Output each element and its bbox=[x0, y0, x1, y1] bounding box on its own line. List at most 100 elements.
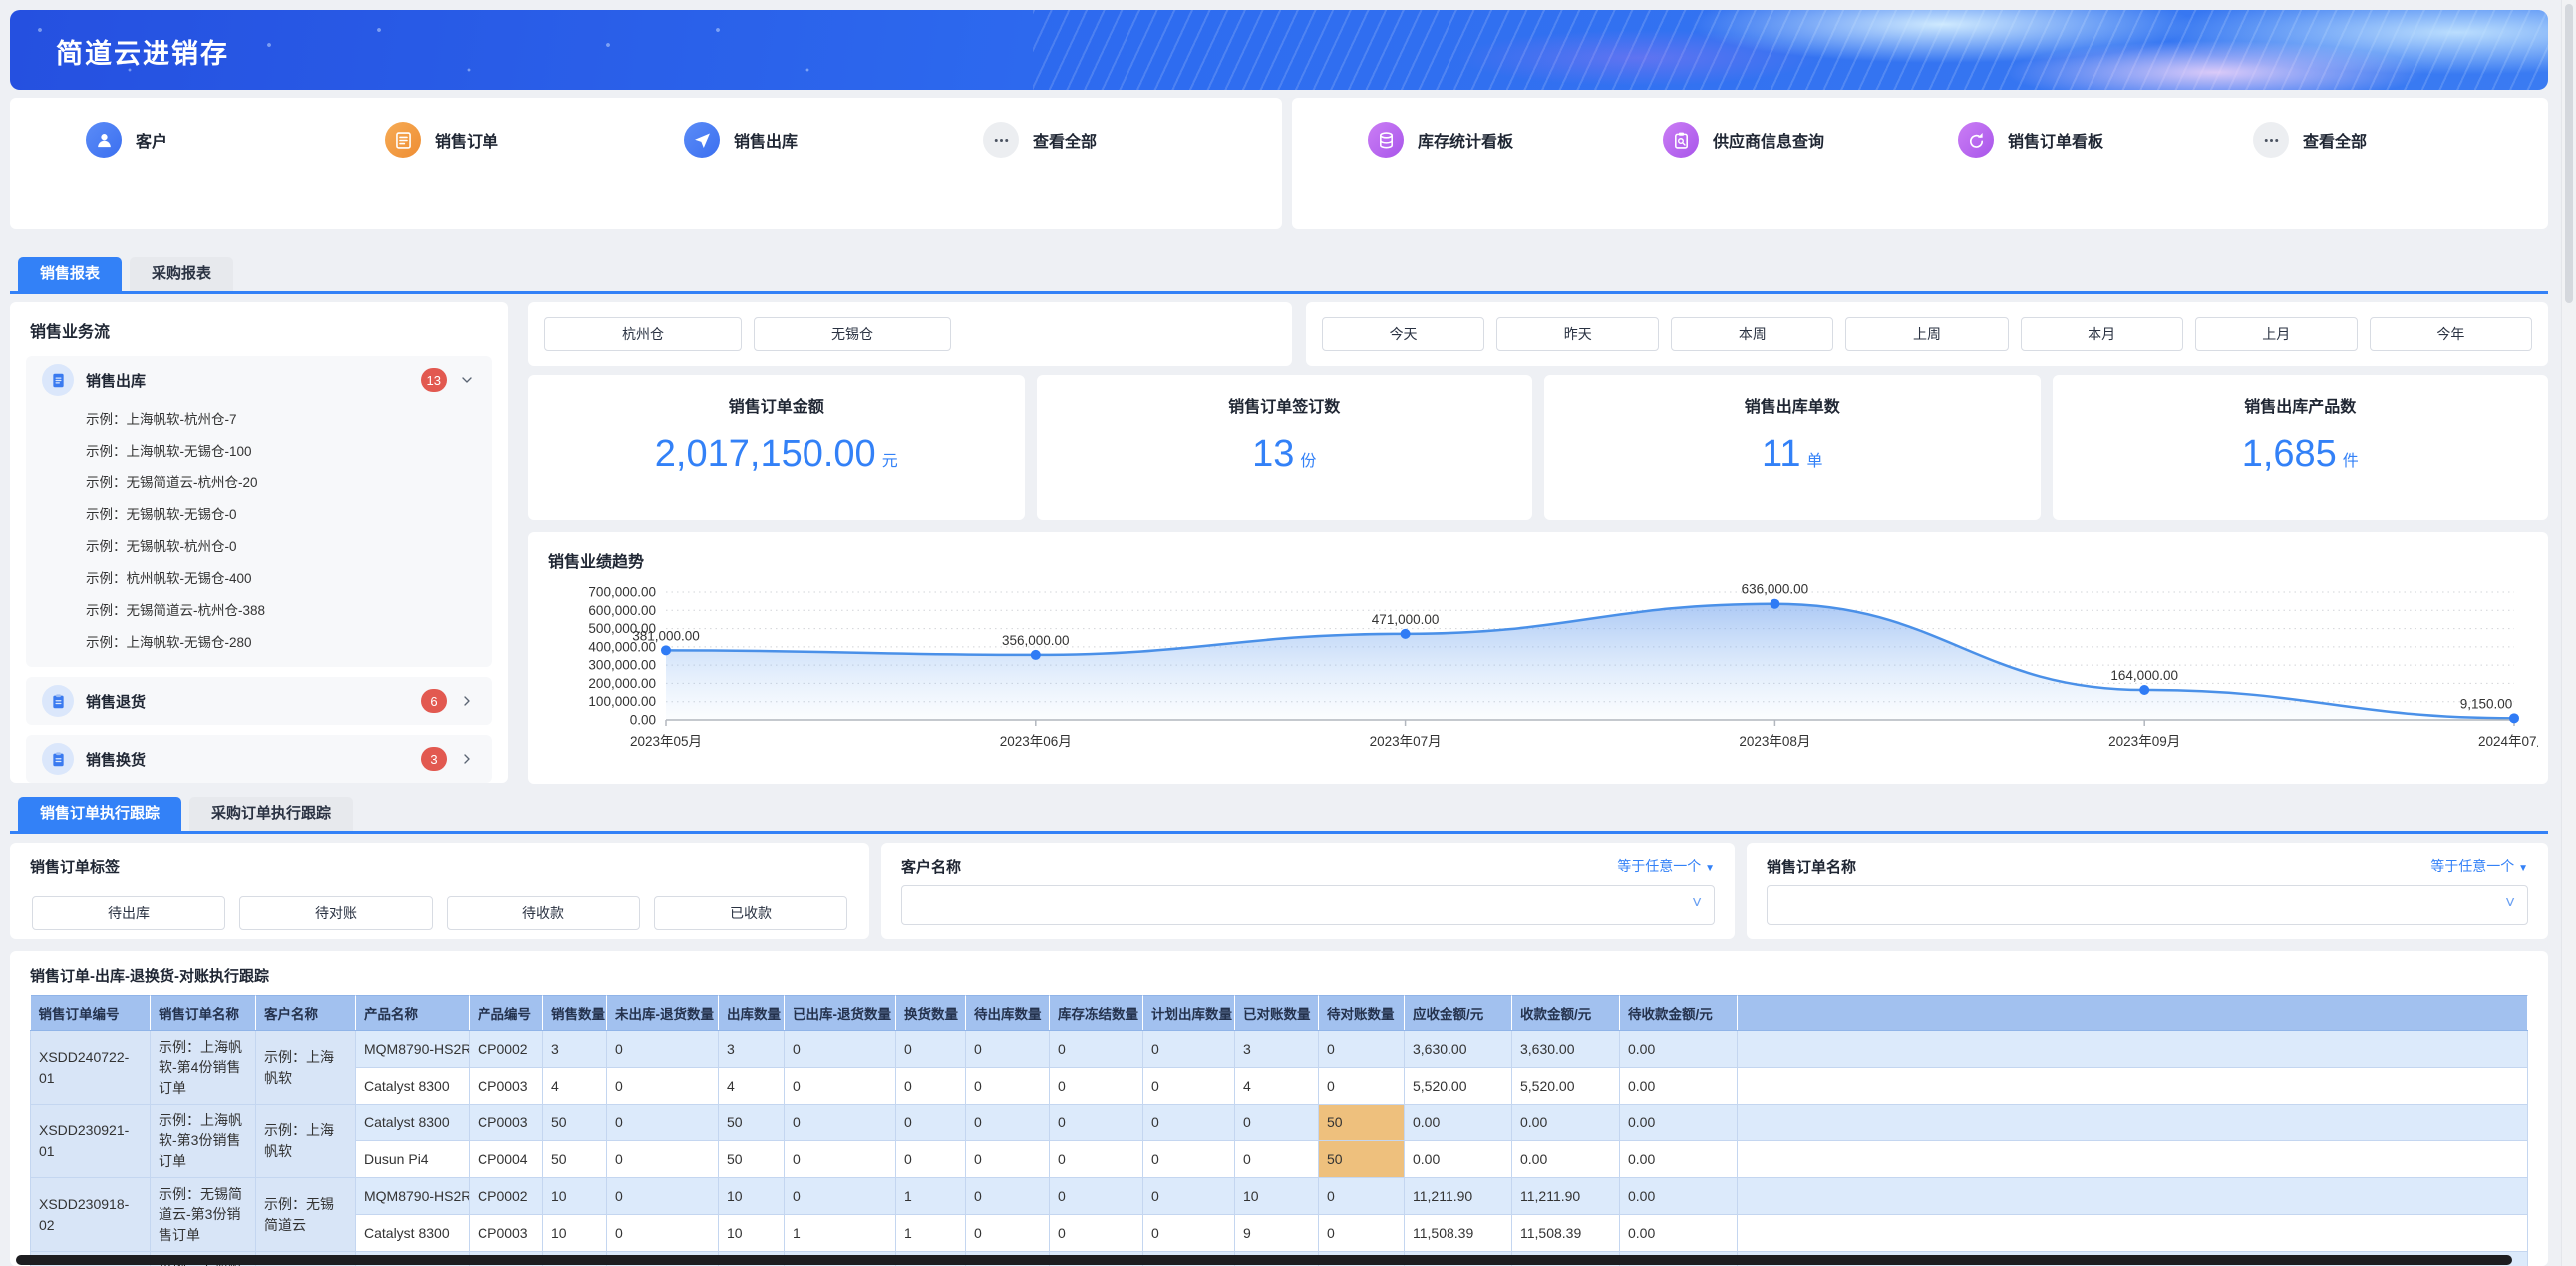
table-cell: 0 bbox=[966, 1141, 1050, 1178]
kpi-card: 销售出库单数 11单 bbox=[1544, 375, 2041, 520]
chevron-down-icon: ˅ bbox=[1692, 893, 1702, 913]
customer-filter-operator-link[interactable]: 等于任意一个 ▼ bbox=[1617, 856, 1715, 876]
table-column-header: 产品编号 bbox=[470, 996, 543, 1031]
svg-text:381,000.00: 381,000.00 bbox=[632, 628, 700, 643]
table-column-header: 产品名称 bbox=[356, 996, 470, 1031]
table-cell: 0 bbox=[785, 1068, 896, 1105]
quick-nav-item[interactable]: 供应商信息查询 bbox=[1663, 122, 1958, 158]
tracking-table-card: 销售订单-出库-退换货-对账执行跟踪 销售订单编号销售订单名称客户名称产品名称产… bbox=[10, 951, 2548, 1266]
sales-flow-item[interactable]: 示例：杭州帆软-无锡仓-400 bbox=[86, 563, 492, 595]
vertical-scrollbar-thumb[interactable] bbox=[2565, 4, 2573, 303]
date-range-button[interactable]: 上周 bbox=[1845, 317, 2008, 351]
tab-sales-order-tracking[interactable]: 销售订单执行跟踪 bbox=[18, 797, 181, 831]
sales-flow-item[interactable]: 示例：无锡简道云-杭州仓-388 bbox=[86, 595, 492, 627]
table-cell: 0 bbox=[896, 1105, 966, 1141]
app-title: 简道云进销存 bbox=[56, 32, 229, 71]
quick-nav-item[interactable]: 查看全部 bbox=[983, 122, 1282, 158]
table-cell: 1 bbox=[896, 1215, 966, 1252]
date-range-button[interactable]: 上月 bbox=[2195, 317, 2358, 351]
date-range-button[interactable]: 昨天 bbox=[1496, 317, 1659, 351]
sales-flow-group: 销售退货 6 bbox=[26, 677, 492, 725]
table-cell: 0 bbox=[1319, 1068, 1405, 1105]
vertical-scrollbar[interactable] bbox=[2561, 0, 2576, 1266]
svg-text:636,000.00: 636,000.00 bbox=[1742, 582, 1809, 597]
tab-purchase-order-tracking[interactable]: 采购订单执行跟踪 bbox=[189, 797, 353, 831]
table-cell: 0 bbox=[607, 1178, 719, 1215]
cell-customer: 示例：上海帆软 bbox=[256, 1031, 356, 1105]
order-filter-operator-link[interactable]: 等于任意一个 ▼ bbox=[2430, 856, 2528, 876]
sales-flow-group-header[interactable]: 销售换货 3 bbox=[26, 735, 492, 783]
date-range-button[interactable]: 今天 bbox=[1322, 317, 1484, 351]
kpi-unit: 件 bbox=[2343, 453, 2359, 470]
quick-nav-item[interactable]: 库存统计看板 bbox=[1368, 122, 1663, 158]
banner-decoration bbox=[1033, 10, 2548, 90]
table-cell: Catalyst 8300 bbox=[356, 1215, 470, 1252]
ellipsis-icon bbox=[983, 122, 1019, 158]
tab-sales-report[interactable]: 销售报表 bbox=[18, 257, 122, 291]
kpi-unit: 份 bbox=[1300, 453, 1316, 470]
date-range-button[interactable]: 本月 bbox=[2021, 317, 2183, 351]
table-cell: CP0002 bbox=[470, 1178, 543, 1215]
quick-nav-item[interactable]: 客户 bbox=[86, 122, 385, 158]
table-cell-filler bbox=[1738, 1068, 2528, 1105]
table-cell: 0.00 bbox=[1620, 1068, 1738, 1105]
app-banner: 简道云进销存 bbox=[10, 10, 2548, 90]
sales-flow-item[interactable]: 示例：上海帆软-无锡仓-100 bbox=[86, 436, 492, 468]
table-cell: 0 bbox=[607, 1141, 719, 1178]
svg-text:300,000.00: 300,000.00 bbox=[588, 658, 656, 673]
database-icon bbox=[1368, 122, 1404, 158]
warehouse-button[interactable]: 杭州仓 bbox=[544, 317, 742, 351]
order-tag-button[interactable]: 待出库 bbox=[32, 896, 225, 930]
svg-text:100,000.00: 100,000.00 bbox=[588, 694, 656, 709]
table-cell: CP0003 bbox=[470, 1105, 543, 1141]
order-tag-button[interactable]: 已收款 bbox=[654, 896, 847, 930]
table-cell: 0 bbox=[1319, 1031, 1405, 1068]
table-cell: 10 bbox=[719, 1178, 785, 1215]
svg-text:9,150.00: 9,150.00 bbox=[2460, 696, 2513, 711]
sales-flow-group-header[interactable]: 销售出库 13 bbox=[26, 356, 492, 404]
table-row: Dusun Pi4CP000450050000000500.000.000.00 bbox=[31, 1141, 2528, 1178]
svg-text:200,000.00: 200,000.00 bbox=[588, 676, 656, 691]
count-badge: 13 bbox=[421, 368, 447, 392]
table-cell: CP0003 bbox=[470, 1068, 543, 1105]
table-cell: 0 bbox=[785, 1141, 896, 1178]
table-cell: 10 bbox=[719, 1215, 785, 1252]
quick-nav-item[interactable]: 查看全部 bbox=[2253, 122, 2548, 158]
trend-chart-card: 销售业绩趋势 700,000.00600,000.00500,000.00400… bbox=[528, 532, 2548, 784]
order-tag-button[interactable]: 待对账 bbox=[239, 896, 433, 930]
warehouse-button[interactable]: 无锡仓 bbox=[754, 317, 951, 351]
table-cell: 0.00 bbox=[1405, 1105, 1512, 1141]
quick-nav-item[interactable]: 销售订单 bbox=[385, 122, 684, 158]
table-cell: 1 bbox=[785, 1215, 896, 1252]
order-tag-button[interactable]: 待收款 bbox=[447, 896, 640, 930]
table-cell-filler bbox=[1738, 1031, 2528, 1068]
order-name-select[interactable]: ˅ bbox=[1767, 885, 2528, 925]
date-range-button[interactable]: 今年 bbox=[2370, 317, 2532, 351]
chevron-right-icon bbox=[459, 750, 477, 768]
table-cell: 0 bbox=[1143, 1141, 1235, 1178]
sales-flow-item[interactable]: 示例：无锡帆软-无锡仓-0 bbox=[86, 499, 492, 531]
table-cell: 0 bbox=[966, 1031, 1050, 1068]
table-cell: 3 bbox=[543, 1031, 607, 1068]
quick-nav-item[interactable]: 销售出库 bbox=[684, 122, 983, 158]
clipboard-icon bbox=[42, 685, 74, 717]
sales-flow-item[interactable]: 示例：无锡简道云-杭州仓-20 bbox=[86, 468, 492, 499]
sales-flow-item[interactable]: 示例：上海帆软-无锡仓-280 bbox=[86, 627, 492, 659]
table-cell: 0.00 bbox=[1620, 1031, 1738, 1068]
table-cell: 0 bbox=[1050, 1141, 1143, 1178]
sales-flow-item[interactable]: 示例：无锡帆软-杭州仓-0 bbox=[86, 531, 492, 563]
quick-nav-item[interactable]: 销售订单看板 bbox=[1958, 122, 2253, 158]
customer-name-select[interactable]: ˅ bbox=[901, 885, 1715, 925]
sales-flow-item[interactable]: 示例：上海帆软-杭州仓-7 bbox=[86, 404, 492, 436]
horizontal-scrollbar-thumb[interactable] bbox=[16, 1255, 2512, 1265]
table-cell: 50 bbox=[543, 1141, 607, 1178]
date-range-button[interactable]: 本周 bbox=[1671, 317, 1833, 351]
tab-purchase-report[interactable]: 采购报表 bbox=[130, 257, 233, 291]
sales-flow-group: 销售出库 13 示例：上海帆软-杭州仓-7示例：上海帆软-无锡仓-100示例：无… bbox=[26, 356, 492, 667]
table-header-row: 销售订单编号销售订单名称客户名称产品名称产品编号销售数量未出库-退货数量出库数量… bbox=[31, 996, 2528, 1031]
table-cell: 0 bbox=[785, 1178, 896, 1215]
table-cell: 0.00 bbox=[1620, 1141, 1738, 1178]
table-column-header: 出库数量 bbox=[719, 996, 785, 1031]
clipboard-search-icon bbox=[1663, 122, 1699, 158]
sales-flow-group-header[interactable]: 销售退货 6 bbox=[26, 677, 492, 725]
